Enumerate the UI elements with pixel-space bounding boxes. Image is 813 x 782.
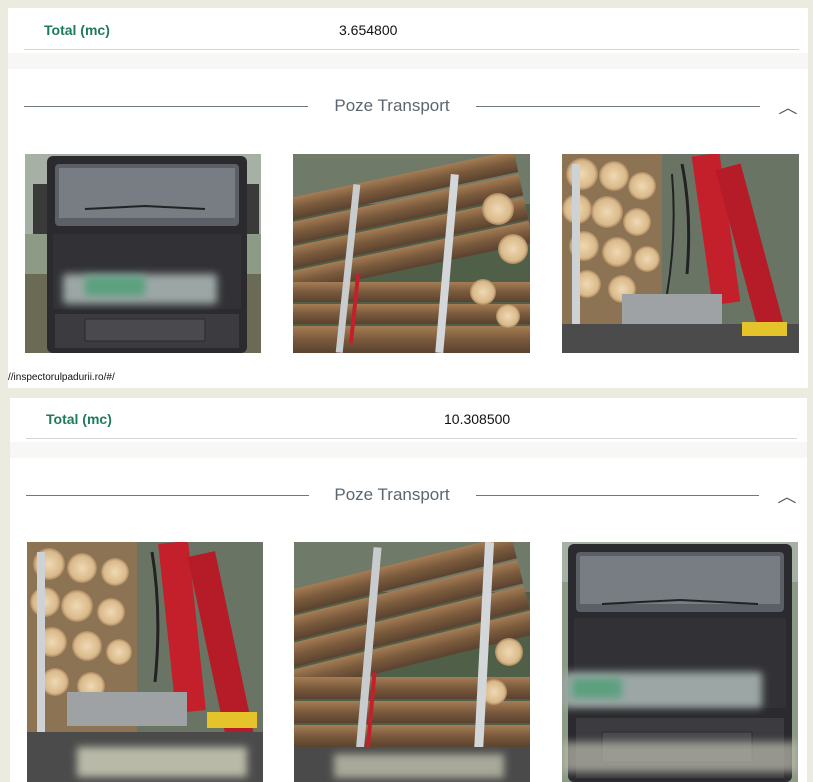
total-row: Total (mc) 3.654800 [8,8,808,54]
truck-photo [25,154,261,353]
divider [26,438,797,439]
logs-photo [293,154,530,353]
logs-photo [294,542,530,782]
truck-photo [562,542,798,782]
page-url-text: //inspectorulpadurii.ro/#/ [8,372,115,383]
header-line-right [476,106,760,107]
total-value: 3.654800 [339,22,398,38]
transport-card-1: Total (mc) 3.654800 Poze Transport ︿ //i… [8,8,808,388]
divider [24,49,799,50]
header-line-left [26,495,309,496]
transport-photo-1[interactable] [27,542,263,782]
transport-photo-3[interactable] [562,154,799,353]
header-line-right [476,495,759,496]
total-value: 10.308500 [444,411,511,427]
header-line-left [24,106,308,107]
transport-photo-2[interactable] [294,542,530,782]
section-gap [8,53,808,69]
photos-section-header[interactable]: Poze Transport ︿ [8,92,808,122]
total-row: Total (mc) 10.308500 [10,398,807,444]
section-gap [10,442,807,458]
chevron-up-icon[interactable]: ︿ [778,94,797,118]
crane-photo [562,154,799,353]
transport-card-2: Total (mc) 10.308500 Poze Transport ︿ [10,398,807,782]
photos-section-header[interactable]: Poze Transport ︿ [10,481,807,511]
total-label: Total (mc) [44,22,110,38]
total-label: Total (mc) [46,411,112,427]
transport-photo-1[interactable] [25,154,261,353]
section-title: Poze Transport [334,485,450,504]
transport-photo-2[interactable] [293,154,530,353]
transport-photo-3[interactable] [562,542,798,782]
chevron-up-icon[interactable]: ︿ [777,483,796,507]
section-title: Poze Transport [334,96,450,115]
crane-photo [27,542,263,782]
